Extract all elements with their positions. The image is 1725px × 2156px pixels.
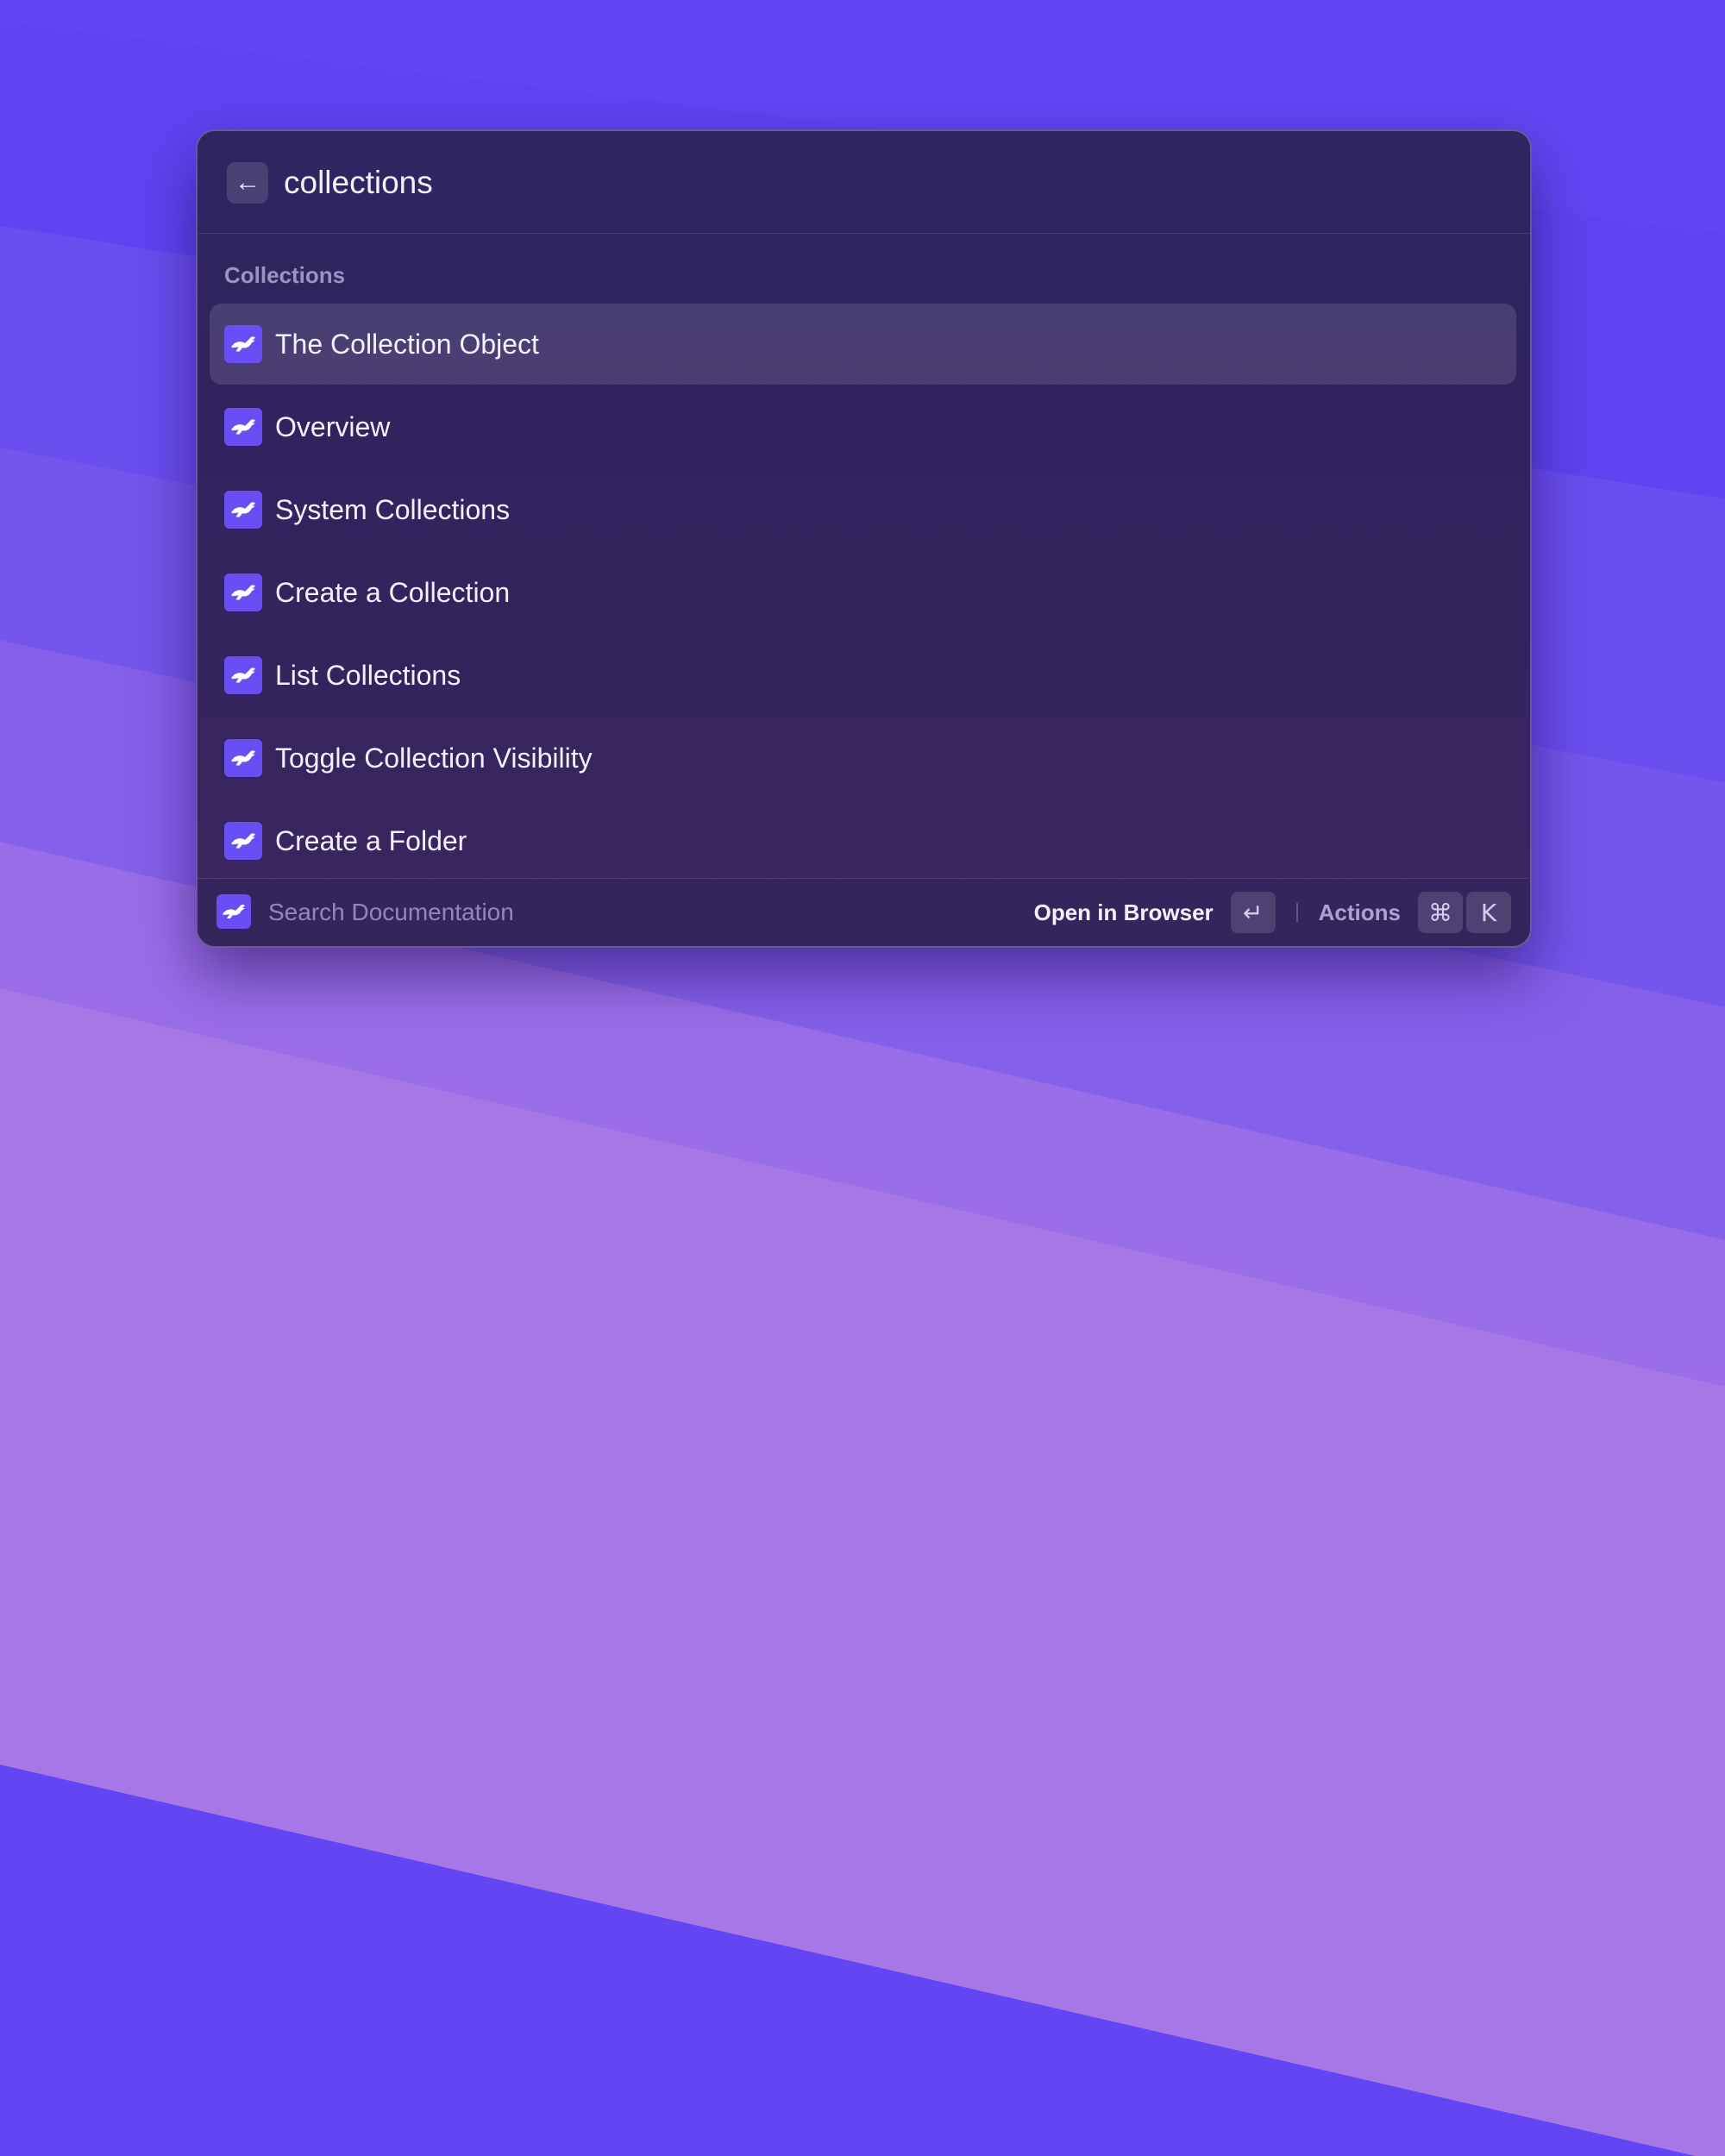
list-item[interactable]: The Collection Object	[210, 304, 1516, 385]
directus-rabbit-icon	[224, 573, 262, 611]
list-item-label: System Collections	[275, 494, 511, 525]
list-item[interactable]: System Collections	[210, 469, 1516, 550]
k-key-badge[interactable]: K	[1466, 892, 1511, 933]
back-button[interactable]: ←	[227, 162, 268, 204]
list-item[interactable]: Create a Collection	[210, 552, 1516, 633]
list-item[interactable]: Overview	[210, 386, 1516, 467]
divider	[1295, 903, 1298, 922]
results-list: The Collection Object Overview System Coll…	[210, 304, 1516, 883]
arrow-left-icon: ←	[235, 168, 260, 197]
footer-actions: Open in Browser ↵ Actions ⌘ K	[1034, 879, 1511, 946]
directus-rabbit-icon	[216, 894, 251, 929]
list-item-label: Create a Folder	[275, 825, 467, 856]
list-item[interactable]: Toggle Collection Visibility	[210, 718, 1516, 799]
list-item[interactable]: Create a Folder	[210, 800, 1516, 881]
list-item-label: The Collection Object	[275, 329, 539, 360]
actions-button[interactable]: Actions	[1319, 899, 1401, 926]
command-key-badge[interactable]: ⌘	[1418, 892, 1463, 933]
section-title: Collections	[224, 262, 346, 288]
list-item[interactable]: List Collections	[210, 635, 1516, 716]
directus-rabbit-icon	[224, 656, 262, 694]
list-item-label: Overview	[275, 411, 391, 442]
list-item-label: Toggle Collection Visibility	[275, 743, 593, 774]
directus-rabbit-icon	[224, 325, 262, 363]
action-bar: Search Documentation Open in Browser ↵ A…	[198, 878, 1530, 946]
list-item-label: List Collections	[275, 660, 461, 691]
directus-rabbit-icon	[224, 491, 262, 529]
search-input[interactable]	[284, 159, 1491, 207]
open-in-browser-button[interactable]: Open in Browser	[1034, 899, 1214, 926]
command-title: Search Documentation	[268, 899, 514, 925]
enter-key-badge[interactable]: ↵	[1230, 892, 1276, 933]
directus-rabbit-icon	[224, 408, 262, 446]
launcher-window: ← Collections The Collection Object Overv…	[196, 129, 1532, 948]
directus-rabbit-icon	[224, 822, 262, 860]
list-item-label: Create a Collection	[275, 577, 511, 608]
directus-rabbit-icon	[224, 739, 262, 777]
search-bar: ←	[198, 131, 1530, 234]
